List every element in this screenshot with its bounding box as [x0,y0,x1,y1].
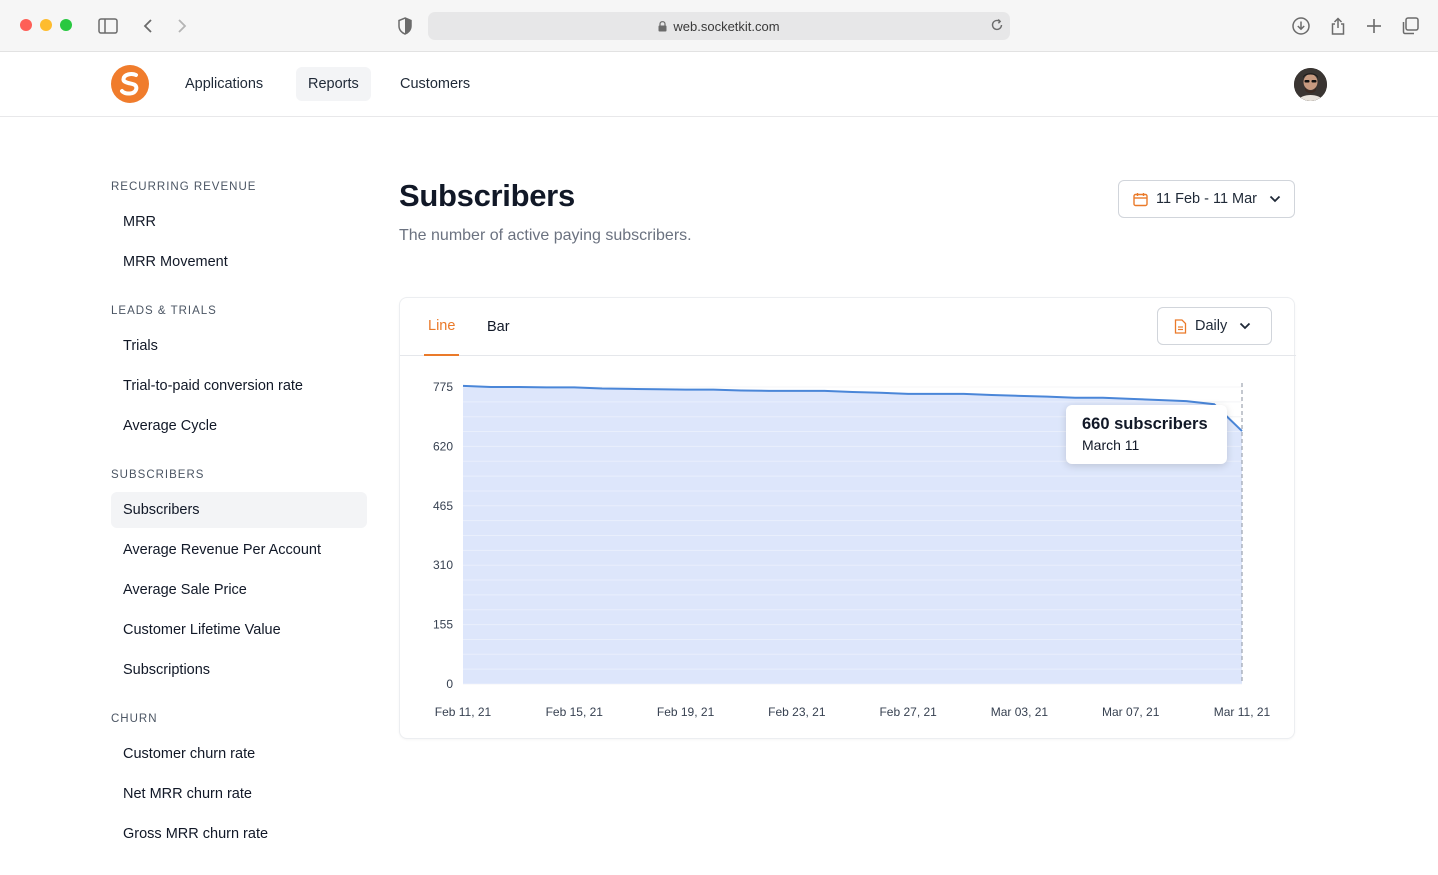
section-title-churn: CHURN [111,713,158,725]
address-bar[interactable]: web.socketkit.com [428,12,1010,40]
sidebar-item-subscriptions[interactable]: Subscriptions [111,652,367,688]
nav-applications[interactable]: Applications [173,67,275,101]
document-icon [1174,318,1187,334]
socketkit-logo[interactable] [110,64,150,104]
downloads-icon[interactable] [1289,14,1313,38]
sidebar-item-mrr[interactable]: MRR [111,204,367,240]
user-avatar[interactable] [1294,68,1327,101]
tab-line[interactable]: Line [424,298,460,356]
tab-bar[interactable]: Bar [487,298,510,356]
tooltip-value: 660 subscribers [1082,415,1208,433]
sidebar-item-customer-lifetime-value[interactable]: Customer Lifetime Value [111,612,367,648]
sidebar-item-customer-churn-rate[interactable]: Customer churn rate [111,736,367,772]
nav-reports[interactable]: Reports [296,67,371,101]
page-subtitle: The number of active paying subscribers. [399,227,692,244]
forward-icon[interactable] [170,14,194,38]
shield-icon[interactable] [393,14,417,38]
chart-card-header: Line Bar Daily [400,298,1296,356]
sidebar-item-trials[interactable]: Trials [111,328,367,364]
sidebar-item-gross-mrr-churn-rate[interactable]: Gross MRR churn rate [111,816,367,852]
section-title-leads-trials: LEADS & TRIALS [111,305,217,317]
url-text: web.socketkit.com [673,18,780,34]
interval-label: Daily [1195,318,1228,334]
calendar-icon [1133,192,1148,207]
sidebar-item-arpa[interactable]: Average Revenue Per Account [111,532,367,568]
new-tab-icon[interactable] [1362,14,1386,38]
chart-tooltip: 660 subscribers March 11 [1066,405,1227,464]
interval-selector[interactable]: Daily [1157,307,1272,345]
sidebar-item-average-sale-price[interactable]: Average Sale Price [111,572,367,608]
reload-icon[interactable] [990,18,1004,35]
minimize-window-button[interactable] [40,19,52,31]
section-title-subscribers: SUBSCRIBERS [111,469,205,481]
maximize-window-button[interactable] [60,19,72,31]
sidebar-toggle-icon[interactable] [96,14,120,38]
lock-icon [658,20,667,32]
chevron-down-icon [1239,322,1251,330]
sidebar-item-subscribers[interactable]: Subscribers [111,492,367,528]
chevron-down-icon [1269,195,1281,203]
date-range-label: 11 Feb - 11 Mar [1156,191,1258,207]
sidebar-item-trial-to-paid[interactable]: Trial-to-paid conversion rate [111,368,367,404]
back-icon[interactable] [136,14,160,38]
tooltip-date: March 11 [1082,437,1140,453]
browser-toolbar: web.socketkit.com [0,0,1438,52]
date-range-picker[interactable]: 11 Feb - 11 Mar [1118,180,1295,218]
sidebar-item-mrr-movement[interactable]: MRR Movement [111,244,367,280]
sidebar-item-average-cycle[interactable]: Average Cycle [111,408,367,444]
close-window-button[interactable] [20,19,32,31]
share-icon[interactable] [1326,14,1350,38]
chart-card: Line Bar Daily [399,297,1296,739]
sidebar-item-net-mrr-churn-rate[interactable]: Net MRR churn rate [111,776,367,812]
tab-overview-icon[interactable] [1398,14,1422,38]
app-header: Applications Reports Customers [0,53,1438,117]
page-title: Subscribers [399,178,575,213]
nav-customers[interactable]: Customers [388,67,482,101]
section-title-recurring-revenue: RECURRING REVENUE [111,181,257,193]
